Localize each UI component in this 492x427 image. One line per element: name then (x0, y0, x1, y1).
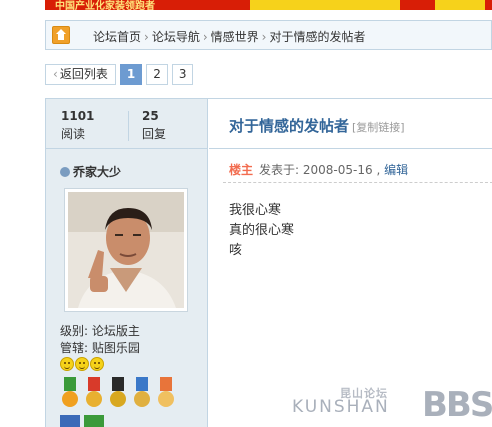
post-line: 真的很心寒 (229, 223, 295, 238)
post-meta: 楼主 发表于: 2008-05-16 , 编辑 (229, 161, 408, 178)
page-2-button[interactable]: 2 (146, 64, 168, 85)
author-emoticons (60, 357, 104, 371)
medal-icon (84, 377, 104, 411)
watermark-main: KUNSHAN (292, 397, 390, 417)
medal-icon (60, 377, 80, 411)
banner-text: 中国产业化家装领跑者 (55, 1, 155, 10)
breadcrumb-forum-nav[interactable]: 论坛导航 (152, 30, 200, 44)
views-count: 1101 (61, 109, 95, 123)
thread-stats: 1101 阅读 25 回复 (46, 99, 208, 149)
pagination: ‹ 返回列表 1 2 3 (45, 64, 194, 86)
breadcrumb-current-thread: 对于情感的发帖者 (269, 30, 366, 44)
home-icon[interactable] (52, 26, 70, 44)
author-level: 级别: 论坛版主 (60, 324, 140, 338)
author-medals (60, 377, 176, 411)
smiley-icon (60, 357, 74, 371)
avatar[interactable] (64, 188, 188, 312)
edit-link[interactable]: 编辑 (384, 163, 408, 177)
replies-count: 25 (142, 109, 159, 123)
site-watermark: 昆山论坛 KUNSHAN BBS (290, 385, 492, 425)
breadcrumb-separator: › (202, 30, 208, 44)
replies-stat: 25 回复 (142, 109, 166, 142)
banner-graphic (250, 0, 400, 10)
thread-title: 对于情感的发帖者 [复制链接] (229, 115, 405, 136)
post-content: 我很心寒 真的很心寒 咳 (229, 201, 294, 261)
watermark-big: BBS (422, 385, 492, 425)
views-stat: 1101 阅读 (61, 109, 94, 142)
top-banner-ad[interactable]: 中国产业化家装领跑者 (45, 0, 492, 10)
page-1-button[interactable]: 1 (119, 64, 143, 85)
stats-divider (128, 111, 129, 141)
breadcrumb-separator: › (144, 30, 149, 44)
posted-prefix: 发表于: (259, 163, 303, 177)
author-name-row[interactable]: 乔家大少 (60, 163, 121, 180)
owner-badge: 楼主 (229, 163, 254, 177)
breadcrumb-emotion-world[interactable]: 情感世界 (211, 30, 259, 44)
back-to-list-label: 返回列表 (59, 67, 108, 81)
medal-icon (108, 377, 128, 411)
smiley-icon (75, 357, 89, 371)
thread-title-bar: 对于情感的发帖者 [复制链接] (209, 99, 492, 149)
avatar-photo (68, 192, 184, 308)
author-name[interactable]: 乔家大少 (73, 165, 121, 179)
breadcrumb-separator: › (261, 30, 267, 44)
thread-title-text: 对于情感的发帖者 (229, 117, 350, 135)
medal-icon (60, 415, 80, 427)
page-3-button[interactable]: 3 (171, 64, 194, 85)
views-label: 阅读 (61, 127, 86, 141)
author-info: 级别: 论坛版主 管辖: 贴图乐园 (60, 323, 140, 357)
back-arrow-icon: ‹ (53, 67, 58, 81)
breadcrumb-links: 论坛首页 › 论坛导航 › 情感世界 › 对于情感的发帖者 (93, 28, 366, 45)
author-medals-row-2 (60, 415, 104, 427)
author-sidebar: 1101 阅读 25 回复 乔家大少 级别: 论坛版主 管辖: 贴图乐园 (46, 99, 208, 427)
medal-icon (156, 377, 176, 411)
copy-link-button[interactable]: [复制链接] (352, 121, 405, 134)
smiley-icon (90, 357, 104, 371)
medal-icon (84, 415, 104, 427)
author-manages: 管辖: 贴图乐园 (60, 341, 140, 355)
back-to-list-button[interactable]: ‹ 返回列表 (45, 64, 116, 85)
medal-icon (132, 377, 152, 411)
banner-graphic-2 (435, 0, 485, 10)
breadcrumb-forum-home[interactable]: 论坛首页 (93, 30, 141, 44)
post-date: 2008-05-16 (302, 163, 373, 177)
replies-label: 回复 (142, 127, 167, 141)
post-line: 我很心寒 (229, 203, 282, 218)
post-main: 对于情感的发帖者 [复制链接] 楼主 发表于: 2008-05-16 , 编辑 我很… (209, 99, 492, 427)
post-line: 咳 (229, 243, 243, 258)
post-container: 1101 阅读 25 回复 乔家大少 级别: 论坛版主 管辖: 贴图乐园 对于情… (45, 98, 492, 427)
post-divider (223, 182, 492, 183)
meta-separator: , (372, 163, 385, 177)
user-icon (60, 167, 70, 177)
breadcrumb: 论坛首页 › 论坛导航 › 情感世界 › 对于情感的发帖者 (45, 20, 492, 50)
